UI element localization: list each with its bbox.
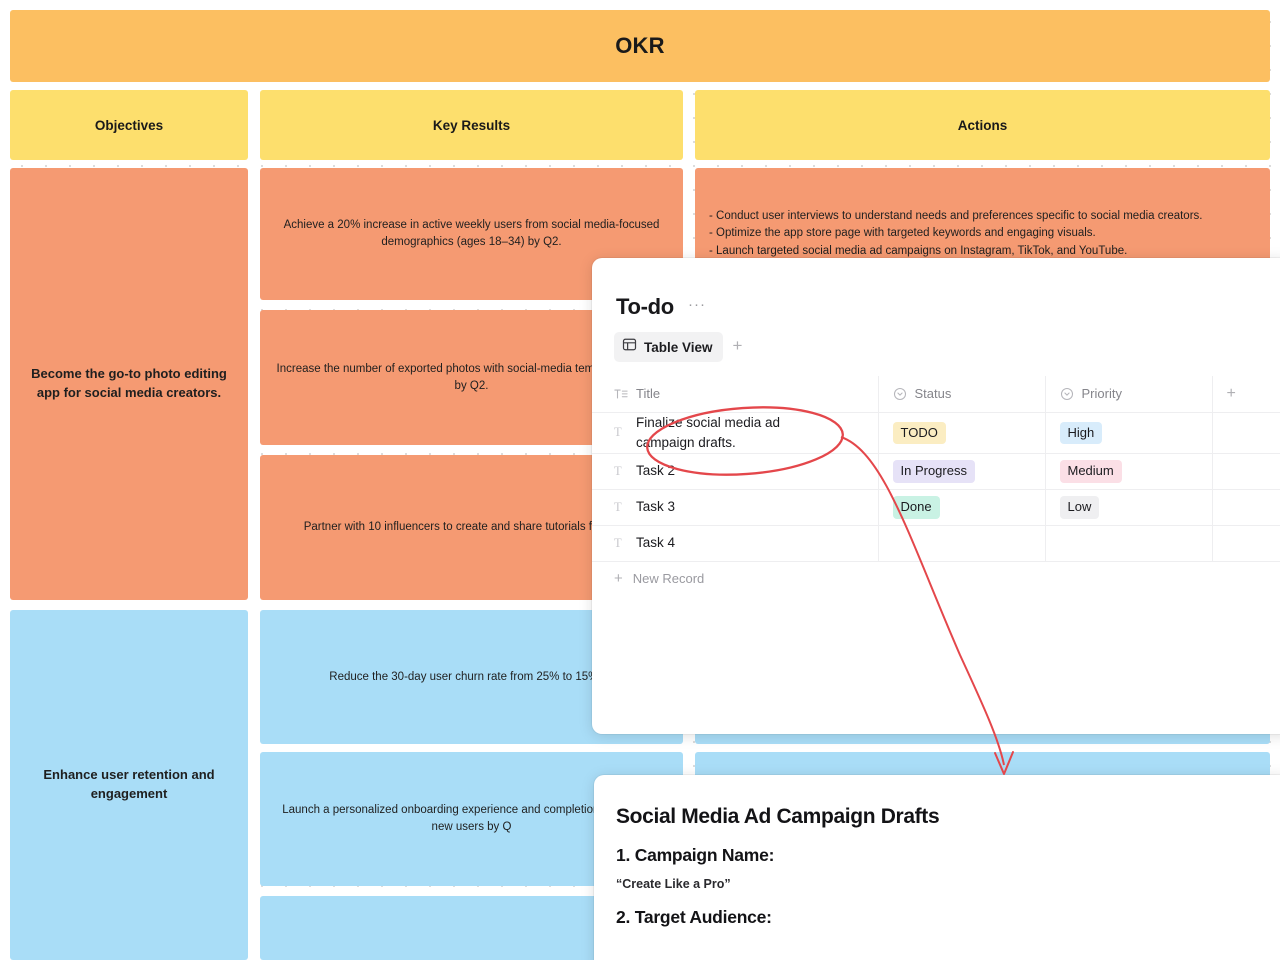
cell-status[interactable] [878, 525, 1046, 562]
todo-table: Title Status Priority + T Finalize socia… [592, 376, 1280, 562]
document-panel: Social Media Ad Campaign Drafts 1. Campa… [594, 775, 1280, 960]
table-row[interactable]: T Task 2 In Progress Medium [592, 453, 1280, 490]
cell-title-value: Task 4 [636, 535, 676, 551]
status-badge: Done [892, 496, 940, 519]
text-field-icon [614, 388, 628, 400]
action-text: - Conduct user interviews to understand … [709, 210, 1203, 257]
priority-badge: Medium [1059, 460, 1122, 483]
cell-title[interactable]: T Task 3 [592, 489, 879, 526]
canvas: OKR Objectives Key Results Actions Becom… [0, 0, 1280, 960]
column-header-key-results-label: Key Results [432, 117, 511, 133]
tab-table-view[interactable]: Table View [614, 332, 723, 362]
cell-title-value: Finalize social media ad campaign drafts… [636, 414, 781, 450]
cell-title-value: Task 2 [636, 463, 676, 479]
priority-badge: Low [1059, 496, 1100, 519]
view-tab-bar: Table View + [592, 320, 1280, 362]
text-field-icon: T [614, 536, 622, 550]
tab-table-view-label: Table View [644, 339, 713, 355]
column-header-title[interactable]: Title [592, 376, 879, 413]
objective-cell[interactable]: Enhance user retention and engagement [10, 610, 248, 960]
todo-title: To-do [616, 294, 674, 319]
key-result-text: Reduce the 30-day user churn rate from 2… [329, 670, 614, 683]
column-header-actions-label: Actions [957, 117, 1008, 133]
document-section-2-heading: 2. Target Audience: [616, 907, 772, 927]
column-header-priority[interactable]: Priority [1045, 376, 1213, 413]
add-column-button[interactable]: + [1212, 376, 1280, 413]
column-header-actions: Actions [695, 90, 1270, 160]
okr-title-text: OKR [615, 33, 665, 58]
column-header-objectives: Objectives [10, 90, 248, 160]
cell-status[interactable]: In Progress [878, 453, 1046, 490]
key-result-text: Achieve a 20% increase in active weekly … [283, 219, 660, 248]
cell-title[interactable]: T Finalize social media ad campaign draf… [592, 411, 879, 454]
todo-header: To-do ··· [592, 258, 1280, 320]
document-section-1-body: “Create Like a Pro” [616, 877, 731, 891]
okr-title-bar: OKR [10, 10, 1270, 82]
select-field-icon [893, 387, 907, 401]
cell-priority[interactable] [1045, 525, 1213, 562]
cell-status[interactable]: TODO [878, 411, 1046, 454]
table-header-row: Title Status Priority + [592, 376, 1280, 413]
cell-priority[interactable]: Medium [1045, 453, 1213, 490]
cell-title[interactable]: T Task 2 [592, 453, 879, 490]
text-field-icon: T [614, 500, 622, 514]
todo-panel: To-do ··· Table View + Title Status Prio… [592, 258, 1280, 734]
table-row[interactable]: T Task 3 Done Low [592, 489, 1280, 526]
status-badge: In Progress [892, 460, 975, 483]
column-header-priority-label: Priority [1081, 386, 1122, 402]
column-header-key-results: Key Results [260, 90, 683, 160]
select-field-icon [1060, 387, 1074, 401]
column-header-objectives-label: Objectives [94, 117, 164, 133]
add-view-button[interactable]: + [731, 337, 747, 357]
text-field-icon: T [614, 425, 622, 440]
table-row[interactable]: T Task 4 [592, 525, 1280, 562]
cell-spacer [1212, 453, 1280, 490]
cell-spacer [1212, 489, 1280, 526]
column-header-status-label: Status [914, 386, 952, 402]
priority-badge: High [1059, 421, 1103, 444]
cell-priority[interactable]: High [1045, 411, 1213, 454]
cell-status[interactable]: Done [878, 489, 1046, 526]
status-badge: TODO [892, 421, 946, 444]
text-field-icon: T [614, 464, 622, 478]
cell-title-value: Task 3 [636, 499, 676, 515]
new-record-label: New Record [632, 571, 705, 586]
objective-cell[interactable]: Become the go-to photo editing app for s… [10, 168, 248, 600]
column-header-title-label: Title [636, 386, 661, 402]
plus-icon: + [1226, 384, 1236, 402]
table-view-icon [622, 337, 637, 357]
new-record-button[interactable]: + New Record [592, 562, 1280, 586]
cell-title[interactable]: T Task 4 [592, 525, 879, 562]
cell-spacer [1212, 525, 1280, 562]
objective-text: Become the go-to photo editing app for s… [31, 366, 227, 400]
plus-icon: + [614, 570, 623, 587]
objective-text: Enhance user retention and engagement [43, 767, 215, 801]
more-options-icon[interactable]: ··· [688, 297, 706, 317]
document-heading: Social Media Ad Campaign Drafts [616, 805, 940, 828]
cell-spacer [1212, 411, 1280, 454]
document-section-1-heading: 1. Campaign Name: [616, 845, 775, 865]
cell-priority[interactable]: Low [1045, 489, 1213, 526]
table-row[interactable]: T Finalize social media ad campaign draf… [592, 411, 1280, 454]
column-header-status[interactable]: Status [878, 376, 1046, 413]
